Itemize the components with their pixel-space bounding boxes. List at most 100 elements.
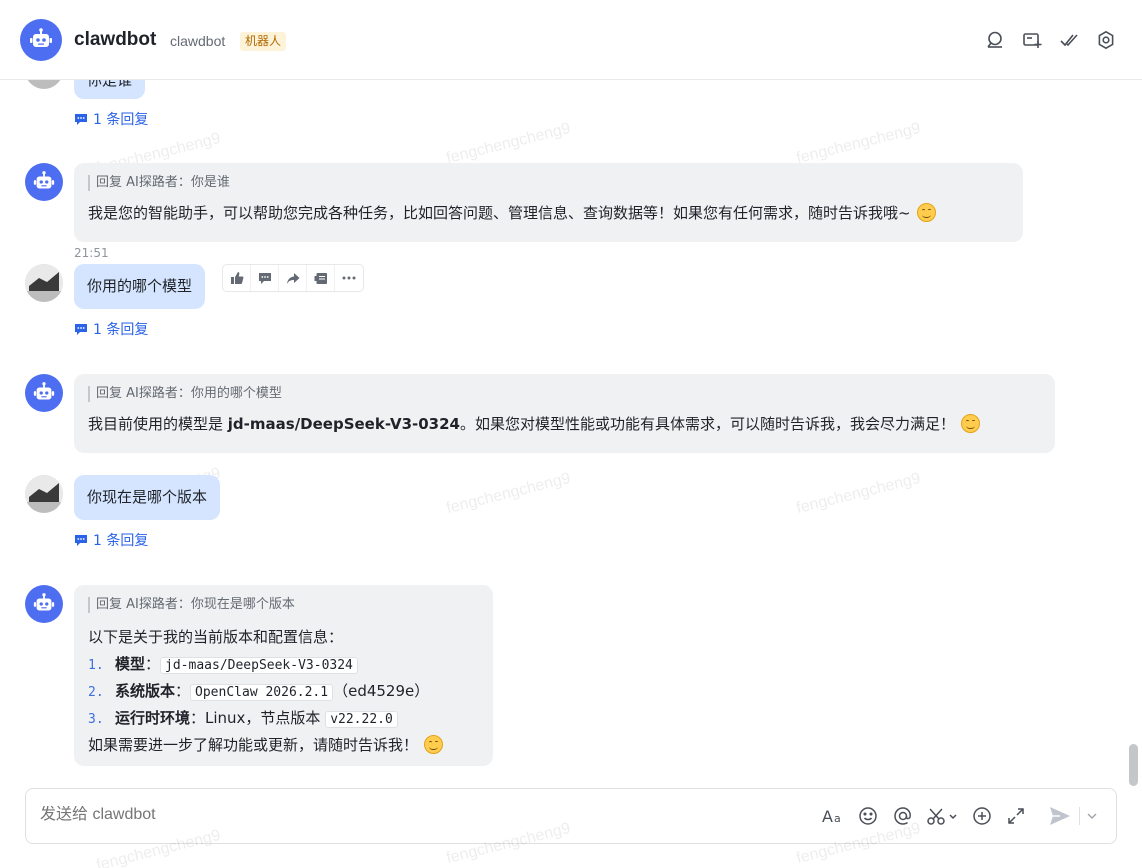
- reply-count: 1 条回复: [93, 112, 149, 128]
- chat-subtitle: clawdbot: [170, 33, 226, 49]
- reply-quote: 回复 AI探路者：你现在是哪个版本: [88, 597, 479, 613]
- user-avatar[interactable]: [25, 80, 63, 89]
- emoji-button[interactable]: [856, 804, 880, 828]
- thread-reply-link[interactable]: 1 条回复: [74, 530, 148, 550]
- forward-button[interactable]: [279, 265, 307, 291]
- comment-icon: [258, 272, 271, 284]
- bot-message-bubble: 回复 AI探路者：你现在是哪个版本 以下是关于我的当前版本和配置信息： 1. 模型…: [74, 585, 493, 766]
- svg-text:a: a: [834, 812, 841, 825]
- robot-icon: [33, 171, 55, 189]
- robot-icon: [30, 28, 52, 47]
- thread-reply-link[interactable]: 1 条回复: [74, 319, 148, 339]
- inline-code: OpenClaw 2026.2.1: [190, 684, 334, 701]
- more-button[interactable]: [335, 265, 363, 291]
- reply-quote: 回复 AI探路者：你是谁: [88, 175, 1009, 191]
- user-photo-icon: [25, 264, 63, 302]
- emoji-icon: [859, 807, 877, 825]
- settings-icon: [1098, 30, 1114, 50]
- bot-avatar[interactable]: [25, 585, 63, 623]
- format-button[interactable]: Aa: [821, 804, 845, 828]
- user-message-bubble: 你是谁: [74, 80, 146, 99]
- watermark: fengchengcheng9: [794, 119, 923, 168]
- scrollbar-thumb[interactable]: [1129, 744, 1138, 786]
- search-icon: [987, 31, 1002, 48]
- add-chat-button[interactable]: [1021, 29, 1043, 51]
- more-icon: [342, 276, 356, 280]
- robot-icon: [33, 593, 55, 611]
- add-button[interactable]: [970, 804, 994, 828]
- watermark: fengchengcheng9: [794, 469, 923, 518]
- screenshot-icon: [927, 808, 957, 825]
- send-options-button[interactable]: [1084, 804, 1100, 828]
- list-item: 3. 运行时环境：Linux，节点版本 v22.22.0: [88, 705, 479, 732]
- message-text: 你是谁: [87, 80, 133, 89]
- expand-button[interactable]: [1004, 804, 1028, 828]
- comment-button[interactable]: [251, 265, 279, 291]
- reply-count: 1 条回复: [93, 533, 149, 549]
- user-avatar[interactable]: [25, 475, 63, 513]
- mention-button[interactable]: [891, 804, 915, 828]
- bot-message-bubble: 回复 AI探路者：你是谁 我是您的智能助手，可以帮助您完成各种任务，比如回答问题…: [74, 163, 1023, 242]
- font-format-icon: Aa: [822, 807, 841, 825]
- model-name: jd-maas/DeepSeek-V3-0324: [227, 415, 460, 433]
- inline-code: jd-maas/DeepSeek-V3-0324: [160, 657, 358, 674]
- message-outro: 如果需要进一步了解功能或更新，请随时告诉我！: [88, 732, 479, 759]
- message-text: 我是您的智能助手，可以帮助您完成各种任务，比如回答问题、管理信息、查询数据等！如…: [88, 204, 911, 222]
- bot-avatar[interactable]: [25, 163, 63, 201]
- message-intro: 以下是关于我的当前版本和配置信息：: [88, 628, 344, 646]
- message-content: 我是您的智能助手，可以帮助您完成各种任务，比如回答问题、管理信息、查询数据等！如…: [88, 202, 1009, 224]
- comment-icon: [75, 534, 87, 546]
- smile-emoji-icon: [916, 203, 936, 222]
- message-action-toolbar: [222, 264, 364, 292]
- message-input[interactable]: [40, 806, 740, 824]
- screenshot-button[interactable]: [925, 804, 959, 828]
- user-photo-icon: [25, 475, 63, 513]
- send-icon: [1050, 807, 1070, 825]
- tasks-button[interactable]: [1058, 29, 1080, 51]
- bot-badge: 机器人: [240, 32, 287, 51]
- message-content: 我目前使用的模型是 jd-maas/DeepSeek-V3-0324。如果您对模…: [88, 413, 1041, 435]
- thread-reply-link[interactable]: 1 条回复: [74, 109, 148, 129]
- bot-message-bubble: 回复 AI探路者：你用的哪个模型 我目前使用的模型是 jd-maas/DeepS…: [74, 374, 1055, 453]
- search-button[interactable]: [984, 29, 1006, 51]
- comment-icon: [75, 323, 87, 335]
- smile-emoji-icon: [961, 414, 980, 433]
- message-text: 我目前使用的模型是: [88, 415, 228, 433]
- quote-icon: [314, 272, 327, 284]
- add-icon: [973, 807, 991, 825]
- message-text: 你用的哪个模型: [87, 277, 193, 295]
- svg-text:A: A: [822, 807, 833, 825]
- mention-icon: [894, 807, 911, 825]
- message-composer: Aa: [25, 788, 1117, 844]
- like-button[interactable]: [223, 265, 251, 291]
- list-item: 1. 模型： jd-maas/DeepSeek-V3-0324: [88, 651, 479, 678]
- message-text: 你现在是哪个版本: [87, 488, 208, 506]
- message-text: 。如果您对模型性能或功能有具体需求，可以随时告诉我，我会尽力满足！: [459, 415, 955, 433]
- smile-emoji-icon: [424, 735, 444, 754]
- bot-avatar[interactable]: [20, 19, 62, 61]
- quote-button[interactable]: [307, 265, 335, 291]
- user-message-bubble: 你现在是哪个版本: [74, 475, 221, 520]
- expand-icon: [1008, 808, 1024, 824]
- thumbs-up-icon: [230, 272, 243, 284]
- bot-avatar[interactable]: [25, 374, 63, 412]
- inline-code: v22.22.0: [325, 711, 398, 728]
- message-time: 21:51: [74, 246, 109, 260]
- user-avatar[interactable]: [25, 264, 63, 302]
- comment-icon: [75, 113, 87, 125]
- user-photo-icon: [25, 80, 63, 89]
- send-button[interactable]: [1048, 804, 1072, 828]
- checkmarks-icon: [1060, 34, 1078, 47]
- user-message-bubble: 你用的哪个模型: [74, 264, 206, 309]
- reply-quote: 回复 AI探路者：你用的哪个模型: [88, 386, 1041, 402]
- settings-button[interactable]: [1095, 29, 1117, 51]
- chevron-down-icon: [1087, 813, 1097, 819]
- divider: [1079, 807, 1080, 825]
- chat-title: clawdbot: [74, 29, 157, 50]
- chat-header: clawdbot clawdbot 机器人: [0, 0, 1142, 80]
- message-list[interactable]: fengchengcheng9 fengchengcheng9 fengchen…: [0, 80, 1142, 780]
- watermark: fengchengcheng9: [444, 469, 573, 518]
- robot-icon: [33, 382, 55, 400]
- list-item: 2. 系统版本： OpenClaw 2026.2.1 （ed4529e）: [88, 682, 430, 701]
- add-chat-icon: [1023, 33, 1042, 48]
